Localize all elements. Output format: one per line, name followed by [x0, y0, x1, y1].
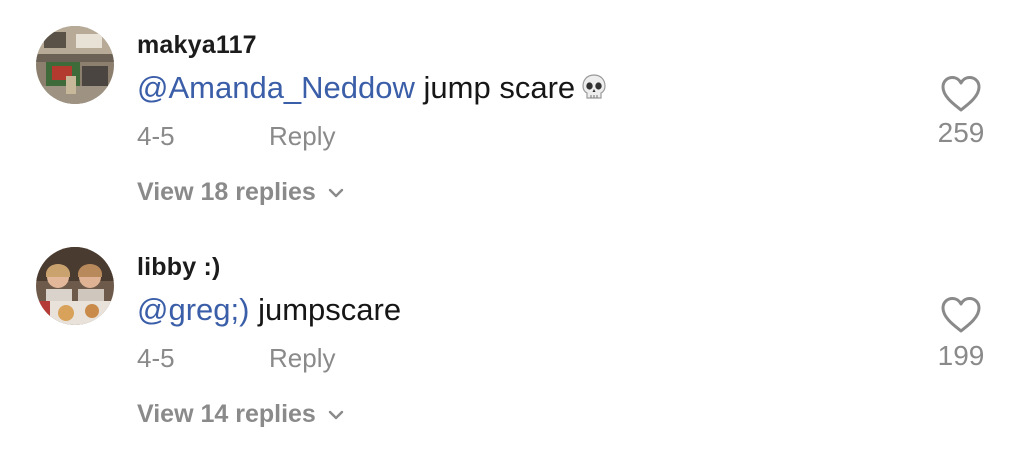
- avatar[interactable]: [36, 247, 114, 325]
- avatar[interactable]: [36, 26, 114, 104]
- comment-text: @greg;) jumpscare: [137, 292, 401, 328]
- comment-meta: 4-5 Reply: [137, 121, 335, 151]
- like-count: 199: [937, 340, 985, 371]
- comment-item: makya117 @Amanda_Neddow jump scare 4-5 Re…: [0, 0, 1024, 222]
- view-replies-label: View 18 replies: [137, 178, 316, 206]
- comment-meta: 4-5 Reply: [137, 343, 335, 373]
- comment-date: 4-5: [137, 121, 175, 151]
- comment-item: libby :) @greg;) jumpscare 4-5 Reply View…: [0, 222, 1024, 444]
- like-count: 259: [937, 117, 985, 148]
- comment-username[interactable]: libby :): [137, 252, 221, 282]
- view-replies-button[interactable]: View 18 replies: [137, 175, 344, 207]
- view-replies-button[interactable]: View 14 replies: [137, 397, 344, 429]
- view-replies-label: View 14 replies: [137, 400, 316, 428]
- chevron-down-icon: [328, 175, 344, 205]
- reply-button[interactable]: Reply: [269, 121, 335, 151]
- comment-body: jump scare: [414, 70, 576, 105]
- skull-icon: [581, 73, 607, 109]
- heart-outline-icon[interactable]: [938, 74, 984, 114]
- mention-link[interactable]: @Amanda_Neddow: [137, 70, 415, 105]
- comment-text: @Amanda_Neddow jump scare: [137, 70, 607, 109]
- heart-outline-icon[interactable]: [938, 295, 984, 335]
- reply-button[interactable]: Reply: [269, 343, 335, 373]
- mention-link[interactable]: @greg;): [137, 292, 249, 327]
- chevron-down-icon: [328, 397, 344, 427]
- comment-body: jumpscare: [249, 292, 402, 327]
- comment-date: 4-5: [137, 343, 175, 373]
- comment-username[interactable]: makya117: [137, 30, 257, 60]
